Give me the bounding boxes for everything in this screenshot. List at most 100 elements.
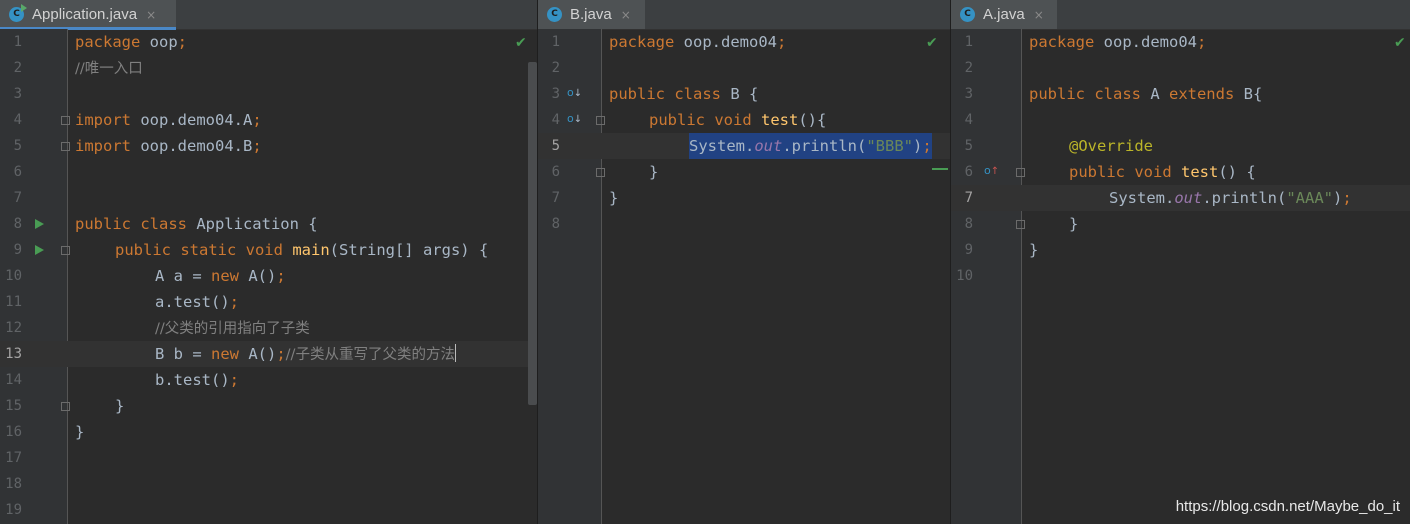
fold-marker-icon[interactable] — [596, 168, 605, 177]
keyword: public class — [75, 215, 187, 233]
comment: //父类的引用指向了子类 — [155, 321, 310, 337]
line-number: 3 — [13, 86, 22, 102]
selected-text[interactable]: System.out.println("BBB"); — [689, 133, 932, 159]
code-text: b.test() — [155, 371, 230, 389]
line-number: 7 — [551, 190, 560, 206]
code-line[interactable]: 1 package oop.demo04; — [951, 29, 1410, 55]
code-text: Application { — [186, 215, 318, 233]
code-line-current[interactable]: 13 B b = new A();//子类从重写了父类的方法 — [0, 341, 537, 367]
overridden-by-icon[interactable]: o↓ — [567, 87, 582, 100]
code-line-current[interactable]: 5 System.out.println("BBB"); — [538, 133, 950, 159]
overrides-method-icon[interactable]: o↑ — [984, 165, 999, 178]
method-name: test — [761, 111, 799, 129]
line-number: 1 — [13, 34, 22, 50]
close-tab-icon[interactable]: × — [1034, 8, 1044, 22]
line-number: 14 — [5, 372, 22, 388]
semicolon: ; — [229, 371, 239, 389]
code-line[interactable]: 10 — [951, 263, 1410, 289]
code-line[interactable]: 2 //唯一入口 — [0, 55, 537, 81]
code-line[interactable]: 18 — [0, 471, 537, 497]
fold-marker-icon[interactable] — [1016, 220, 1025, 229]
code-text: .println( — [1202, 189, 1287, 207]
code-text: oop.demo04.A — [131, 111, 253, 129]
editor-pane-b[interactable]: C B.java × 1 package oop.demo04; 2 3 o↓ pub… — [538, 0, 950, 524]
code-line[interactable]: 9 public static void main(String[] args) … — [0, 237, 537, 263]
code-text: System. — [689, 137, 755, 155]
no-problems-check-icon: ✔ — [1394, 35, 1406, 51]
code-line[interactable]: 8 public class Application { — [0, 211, 537, 237]
code-line[interactable]: 5 import oop.demo04.B; — [0, 133, 537, 159]
overridden-method-icon[interactable]: o↓ — [567, 113, 582, 126]
code-line[interactable]: 6 o↑ public void test() { — [951, 159, 1410, 185]
code-text: A — [1140, 85, 1169, 103]
tab-b-java[interactable]: C B.java × — [538, 0, 645, 29]
fold-marker-icon[interactable] — [61, 402, 70, 411]
code-line-current[interactable]: 7 System.out.println("AAA"); — [951, 185, 1410, 211]
no-problems-check-icon: ✔ — [926, 35, 938, 51]
keyword: public void — [649, 111, 752, 129]
code-line[interactable]: 1 package oop; — [0, 29, 537, 55]
line-number: 19 — [5, 502, 22, 518]
code-line[interactable]: 2 — [951, 55, 1410, 81]
code-text: oop — [140, 33, 178, 51]
tab-application-java[interactable]: C Application.java × — [0, 0, 176, 30]
code-line[interactable]: 19 — [0, 497, 537, 523]
code-line[interactable]: 3 — [0, 81, 537, 107]
annotation: @Override — [1069, 137, 1153, 155]
run-class-icon[interactable] — [35, 219, 44, 229]
code-line[interactable]: 12 //父类的引用指向了子类 — [0, 315, 537, 341]
fold-marker-icon[interactable] — [1016, 168, 1025, 177]
code-line[interactable]: 7} — [538, 185, 950, 211]
editor-pane-application[interactable]: C Application.java × 1 package oop; 2 //唯一… — [0, 0, 537, 524]
code-line[interactable]: 10 A a = new A(); — [0, 263, 537, 289]
code-line[interactable]: 6 — [0, 159, 537, 185]
tab-bar: C Application.java × — [0, 0, 537, 30]
code-text: .println( — [782, 137, 867, 155]
close-tab-icon[interactable]: × — [146, 8, 156, 22]
fold-marker-icon[interactable] — [61, 142, 70, 151]
line-number: 15 — [5, 398, 22, 414]
change-marker — [932, 168, 948, 170]
line-number: 4 — [13, 112, 22, 128]
java-class-icon: C — [547, 7, 562, 22]
run-main-icon[interactable] — [35, 245, 44, 255]
code-line[interactable]: 8 — [538, 211, 950, 237]
code-text: a.test() — [155, 293, 230, 311]
code-line[interactable]: 1 package oop.demo04; — [538, 29, 950, 55]
keyword: public class — [1029, 85, 1141, 103]
code-line[interactable]: 8} — [951, 211, 1410, 237]
code-text: A() — [239, 267, 277, 285]
code-line[interactable]: 16} — [0, 419, 537, 445]
code-line[interactable]: 3 o↓ public class B { — [538, 81, 950, 107]
fold-marker-icon[interactable] — [61, 116, 70, 125]
code-line[interactable]: 15} — [0, 393, 537, 419]
code-text: System. — [1109, 189, 1175, 207]
code-line[interactable]: 4 o↓ public void test(){ — [538, 107, 950, 133]
method-name: test — [1181, 163, 1219, 181]
code-line[interactable]: 2 — [538, 55, 950, 81]
code-line[interactable]: 4 import oop.demo04.A; — [0, 107, 537, 133]
code-line[interactable]: 4 — [951, 107, 1410, 133]
editor-pane-a[interactable]: C A.java × 1 package oop.demo04; 2 3 publi… — [951, 0, 1410, 524]
fold-marker-icon[interactable] — [61, 246, 70, 255]
line-number: 10 — [5, 268, 22, 284]
close-tab-icon[interactable]: × — [621, 8, 631, 22]
code-line[interactable]: 6} — [538, 159, 950, 185]
code-line[interactable]: 5 @Override — [951, 133, 1410, 159]
code-text: B { — [720, 85, 759, 103]
comment: //唯一入口 — [75, 61, 143, 77]
vertical-scrollbar[interactable] — [528, 62, 537, 405]
keyword: import — [75, 137, 131, 155]
code-line[interactable]: 3 public class A extends B{ — [951, 81, 1410, 107]
fold-marker-icon[interactable] — [596, 116, 605, 125]
code-line[interactable]: 11 a.test(); — [0, 289, 537, 315]
tab-a-java[interactable]: C A.java × — [951, 0, 1057, 29]
code-text: oop.demo04 — [1094, 33, 1197, 51]
code-line[interactable]: 9} — [951, 237, 1410, 263]
semicolon: ; — [276, 345, 286, 363]
code-text: ) — [1333, 189, 1343, 207]
code-line[interactable]: 7 — [0, 185, 537, 211]
code-line[interactable]: 17 — [0, 445, 537, 471]
code-text: (String[] args) { — [329, 241, 489, 259]
code-line[interactable]: 14 b.test(); — [0, 367, 537, 393]
